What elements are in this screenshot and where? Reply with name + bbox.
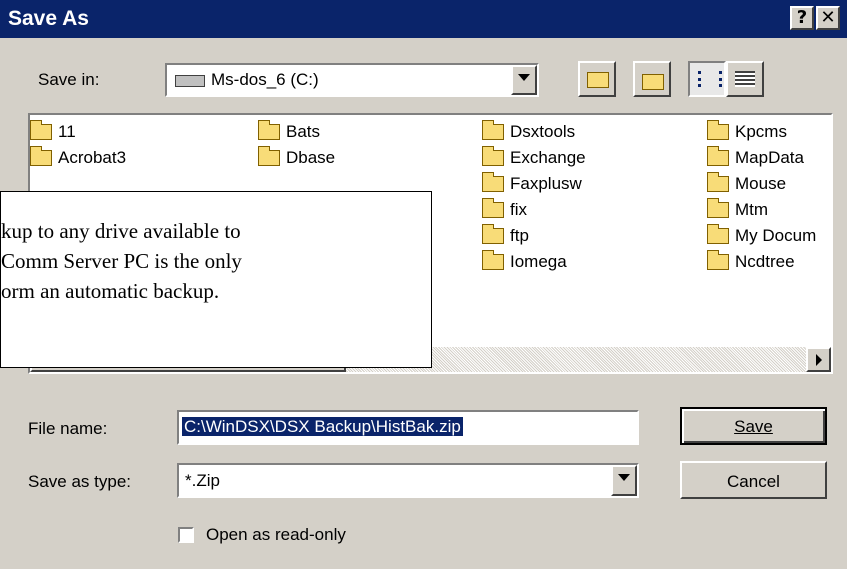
cancel-button[interactable]: Cancel (680, 461, 827, 499)
file-name-input[interactable]: C:\WinDSX\DSX Backup\HistBak.zip (177, 410, 639, 445)
folder-icon (482, 146, 504, 166)
up-one-level-button[interactable] (578, 61, 616, 97)
folder-icon (482, 224, 504, 244)
folder-icon (258, 120, 280, 140)
folder-item[interactable]: My Docum (707, 224, 816, 247)
folder-icon (707, 120, 729, 140)
folder-icon (482, 120, 504, 140)
title-bar[interactable]: Save As ? ✕ (0, 0, 847, 38)
folder-icon (258, 146, 280, 166)
folder-item[interactable]: Ncdtree (707, 250, 795, 273)
folder-item[interactable]: Iomega (482, 250, 567, 273)
folder-icon (482, 198, 504, 218)
folder-icon (30, 146, 52, 166)
save-as-type-dropdown-arrow[interactable] (611, 465, 637, 496)
folder-icon (707, 146, 729, 166)
folder-item[interactable]: Mtm (707, 198, 768, 221)
new-folder-button[interactable] (633, 61, 671, 97)
folder-item[interactable]: Kpcms (707, 120, 787, 143)
folder-item[interactable]: MapData (707, 146, 804, 169)
folder-icon (707, 224, 729, 244)
callout-line: Comm Server PC is the only (1, 249, 242, 273)
folder-item[interactable]: Exchange (482, 146, 586, 169)
file-name-value: C:\WinDSX\DSX Backup\HistBak.zip (182, 417, 463, 436)
save-as-type-dropdown[interactable]: *.Zip (177, 463, 639, 498)
list-view-icon (698, 71, 722, 87)
callout-line: orm an automatic backup. (1, 279, 220, 303)
details-view-button[interactable] (726, 61, 764, 97)
window-title: Save As (8, 7, 89, 30)
scroll-right-button[interactable] (806, 347, 831, 372)
folder-item[interactable]: Mouse (707, 172, 786, 195)
save-in-label: Save in: (38, 70, 100, 89)
list-view-button[interactable] (688, 61, 726, 97)
save-as-type-value: *.Zip (185, 471, 220, 490)
help-button[interactable]: ? (790, 6, 814, 30)
folder-icon (707, 172, 729, 192)
folder-icon (30, 120, 52, 140)
drive-icon (175, 75, 205, 87)
save-in-dropdown[interactable]: Ms-dos_6 (C:) (165, 63, 539, 97)
up-folder-icon (587, 72, 609, 88)
folder-item[interactable]: Acrobat3 (30, 146, 126, 169)
folder-icon (707, 250, 729, 270)
folder-item[interactable]: Dbase (258, 146, 335, 169)
save-as-type-label: Save as type: (28, 472, 132, 491)
save-in-dropdown-arrow[interactable] (511, 65, 537, 95)
file-name-label: File name: (28, 419, 108, 438)
read-only-checkbox[interactable] (178, 527, 194, 543)
folder-item[interactable]: Dsxtools (482, 120, 575, 143)
arrow-right-icon (816, 354, 822, 366)
close-button[interactable]: ✕ (816, 6, 840, 30)
folder-icon (707, 198, 729, 218)
callout-line: kup to any drive available to (1, 219, 241, 243)
folder-item[interactable]: 11 (30, 120, 76, 143)
folder-item[interactable]: ftp (482, 224, 529, 247)
read-only-label: Open as read-only (206, 525, 346, 544)
save-button[interactable]: Save (680, 407, 827, 445)
new-folder-icon (642, 74, 664, 90)
folder-item[interactable]: fix (482, 198, 527, 221)
folder-item[interactable]: Bats (258, 120, 320, 143)
callout-box: kup to any drive available to Comm Serve… (0, 191, 432, 368)
folder-icon (482, 172, 504, 192)
folder-icon (482, 250, 504, 270)
details-view-icon (735, 71, 755, 87)
folder-item[interactable]: Faxplusw (482, 172, 582, 195)
save-in-value: Ms-dos_6 (C:) (211, 70, 319, 89)
